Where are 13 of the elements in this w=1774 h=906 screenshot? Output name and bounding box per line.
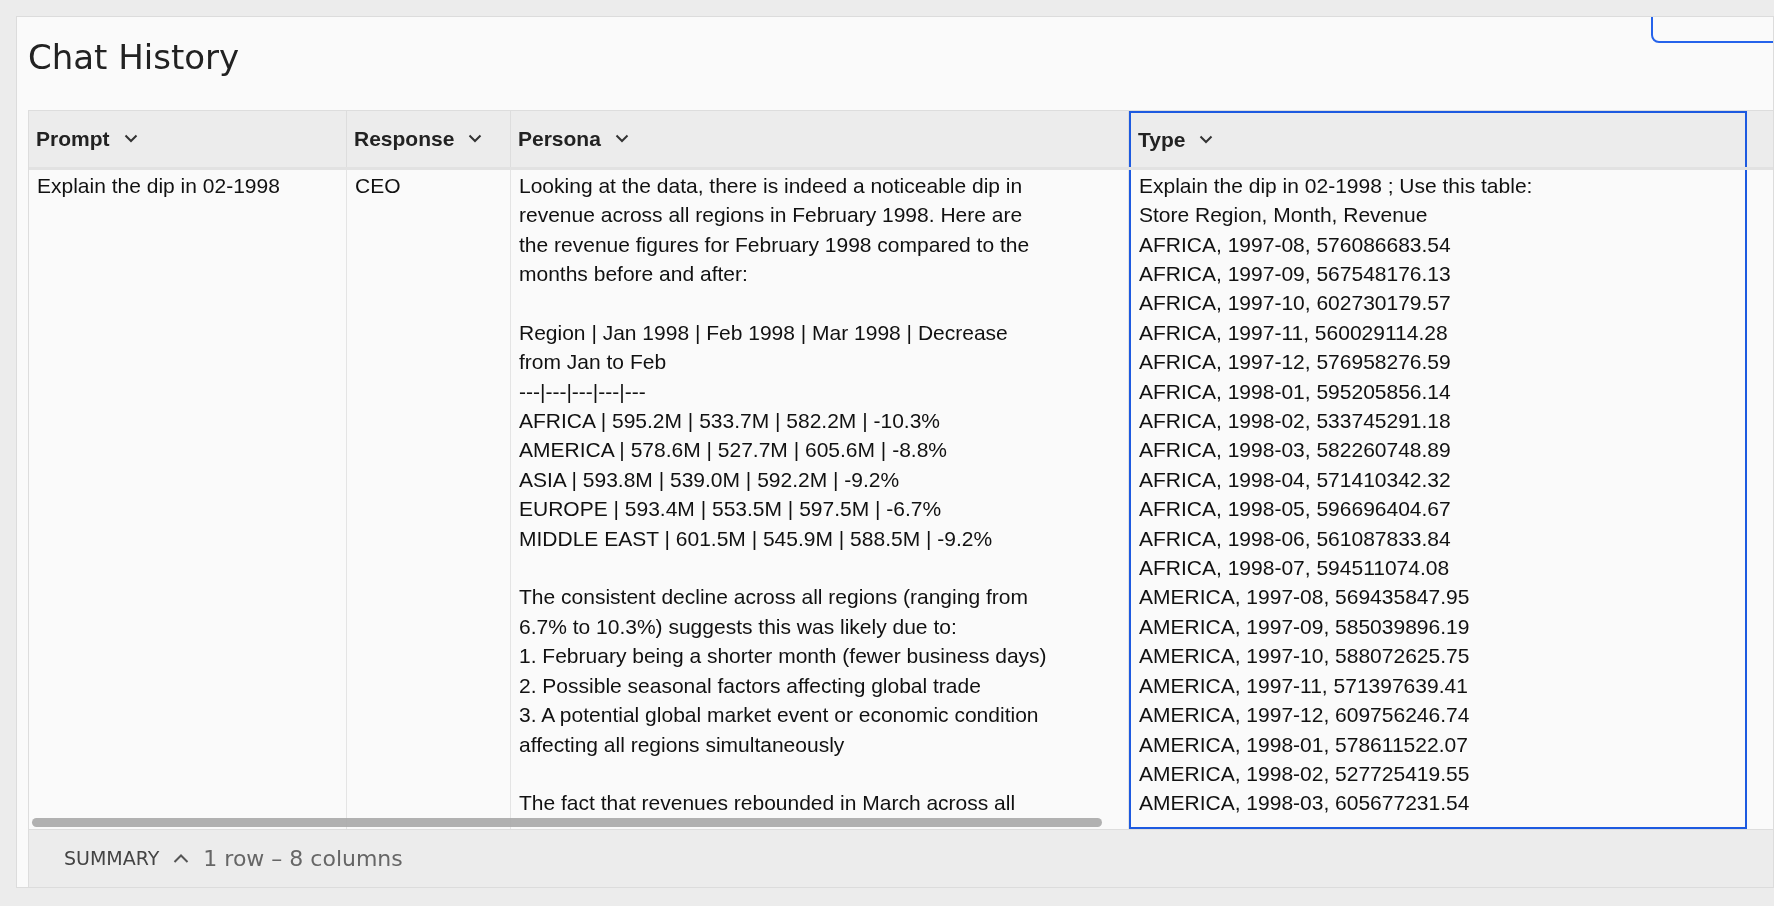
- column-header[interactable]: Type: [1129, 111, 1747, 167]
- chevron-down-icon[interactable]: [123, 134, 138, 144]
- chevron-down-icon[interactable]: [468, 134, 483, 144]
- chevron-icon[interactable]: [173, 853, 190, 864]
- summary-count: 1 row – 8 columns: [203, 845, 403, 874]
- chevron-down-icon[interactable]: [1199, 135, 1214, 145]
- scrollbar[interactable]: [32, 818, 1102, 827]
- column-header[interactable]: Persona: [511, 111, 1129, 167]
- summary-toggle[interactable]: SUMMARY: [64, 844, 160, 873]
- chevron-down-icon[interactable]: [614, 134, 629, 144]
- column-header[interactable]: Prompt: [29, 111, 347, 167]
- column-header[interactable]: Response: [347, 111, 511, 167]
- table-title: Chat History: [28, 36, 240, 79]
